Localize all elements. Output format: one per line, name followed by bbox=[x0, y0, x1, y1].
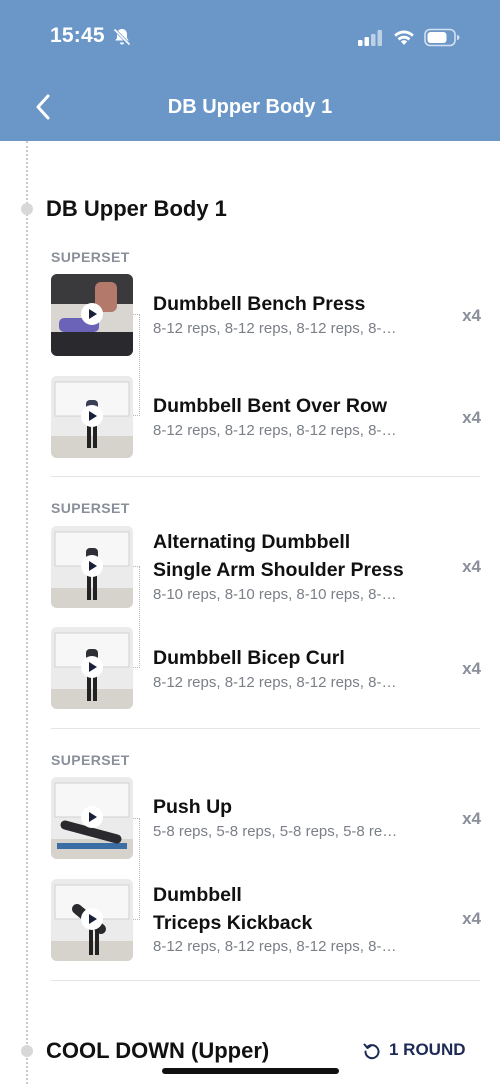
exercise-sets: x4 bbox=[462, 909, 481, 928]
exercise-thumbnail[interactable] bbox=[51, 274, 133, 356]
exercise-reps: 5-8 reps, 5-8 reps, 5-8 reps, 5-8 re… bbox=[153, 823, 398, 840]
group-divider bbox=[51, 980, 480, 981]
exercise-sets: x4 bbox=[462, 557, 481, 576]
exercise-thumbnail[interactable] bbox=[51, 376, 133, 458]
exercise-reps: 8-10 reps, 8-10 reps, 8-10 reps, 8-… bbox=[153, 586, 397, 603]
status-time: 15:45 bbox=[50, 24, 105, 47]
page-title: DB Upper Body 1 bbox=[167, 96, 333, 118]
battery-icon bbox=[424, 28, 460, 47]
exercise-name: Dumbbell Bicep Curl bbox=[153, 647, 345, 669]
timeline-dot bbox=[21, 203, 33, 215]
signal-icon bbox=[358, 30, 382, 46]
play-icon[interactable] bbox=[81, 806, 103, 828]
exercise-sets: x4 bbox=[462, 408, 481, 427]
exercise-name-line2: Single Arm Shoulder Press bbox=[153, 559, 404, 581]
home-indicator bbox=[162, 1068, 339, 1074]
play-icon[interactable] bbox=[81, 405, 103, 427]
exercise-reps: 8-12 reps, 8-12 reps, 8-12 reps, 8-… bbox=[153, 674, 397, 691]
play-icon[interactable] bbox=[81, 656, 103, 678]
exercise-name-line1: Alternating Dumbbell bbox=[153, 531, 351, 553]
exercise-item[interactable]: Push Up 5-8 reps, 5-8 reps, 5-8 reps, 5-… bbox=[51, 777, 481, 859]
play-icon[interactable] bbox=[81, 303, 103, 325]
exercise-item[interactable]: Dumbbell Triceps Kickback 8-12 reps, 8-1… bbox=[51, 879, 481, 961]
exercise-item[interactable]: Dumbbell Bench Press 8-12 reps, 8-12 rep… bbox=[51, 274, 481, 356]
exercise-thumbnail[interactable] bbox=[51, 777, 133, 859]
group-divider bbox=[51, 476, 480, 477]
repeat-icon bbox=[363, 1043, 380, 1060]
exercise-name: Dumbbell Bent Over Row bbox=[153, 395, 388, 417]
play-icon[interactable] bbox=[81, 908, 103, 930]
superset-label: SUPERSET bbox=[51, 500, 130, 516]
exercise-thumbnail[interactable] bbox=[51, 627, 133, 709]
timeline-line bbox=[26, 141, 28, 1084]
exercise-thumbnail[interactable] bbox=[51, 879, 133, 961]
workout-title: DB Upper Body 1 bbox=[46, 196, 227, 221]
exercise-sets: x4 bbox=[462, 306, 481, 325]
cool-down-title: COOL DOWN (Upper) bbox=[46, 1038, 270, 1063]
exercise-name-line1: Dumbbell bbox=[153, 884, 242, 906]
exercise-name: Push Up bbox=[153, 796, 233, 818]
exercise-reps: 8-12 reps, 8-12 reps, 8-12 reps, 8-… bbox=[153, 938, 397, 955]
exercise-item[interactable]: Alternating Dumbbell Single Arm Shoulder… bbox=[51, 526, 481, 608]
exercise-item[interactable]: Dumbbell Bent Over Row 8-12 reps, 8-12 r… bbox=[51, 376, 481, 458]
exercise-name-line2: Triceps Kickback bbox=[153, 912, 313, 934]
superset-label: SUPERSET bbox=[51, 249, 130, 265]
exercise-sets: x4 bbox=[462, 659, 481, 678]
exercise-reps: 8-12 reps, 8-12 reps, 8-12 reps, 8-… bbox=[153, 320, 397, 337]
round-count-label: 1 ROUND bbox=[389, 1040, 466, 1059]
group-divider bbox=[51, 728, 480, 729]
exercise-thumbnail[interactable] bbox=[51, 526, 133, 608]
exercise-reps: 8-12 reps, 8-12 reps, 8-12 reps, 8-… bbox=[153, 422, 397, 439]
play-icon[interactable] bbox=[81, 555, 103, 577]
exercise-name: Dumbbell Bench Press bbox=[153, 293, 366, 315]
bell-off-icon bbox=[113, 28, 131, 46]
app-header: 15:45 DB Upper Body 1 bbox=[0, 0, 500, 141]
timeline-dot bbox=[21, 1045, 33, 1057]
superset-label: SUPERSET bbox=[51, 752, 130, 768]
exercise-sets: x4 bbox=[462, 809, 481, 828]
wifi-icon bbox=[394, 30, 414, 45]
exercise-item[interactable]: Dumbbell Bicep Curl 8-12 reps, 8-12 reps… bbox=[51, 627, 481, 709]
